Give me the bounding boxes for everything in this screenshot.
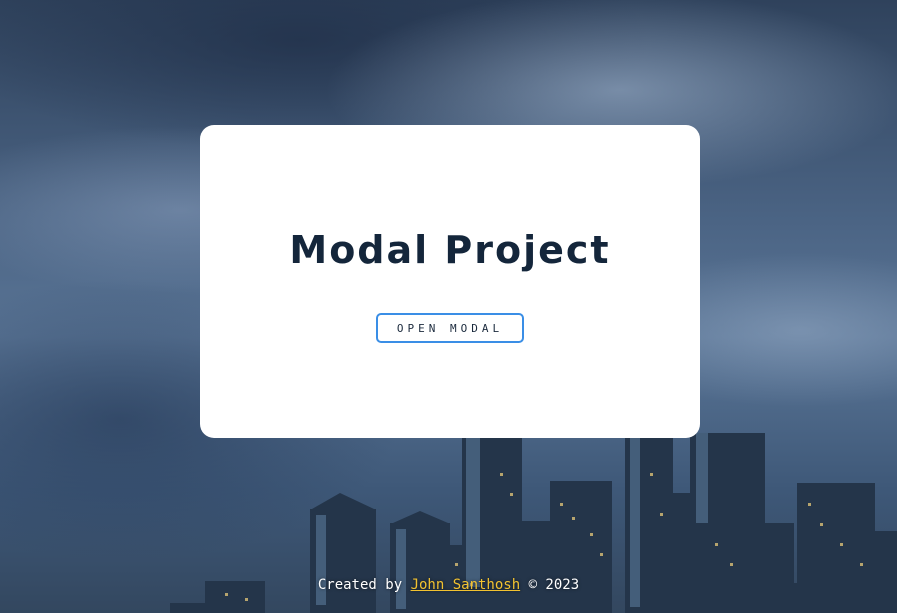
footer-suffix: © 2023 — [520, 577, 580, 593]
author-link[interactable]: John Santhosh — [411, 577, 521, 593]
footer-prefix: Created by — [317, 577, 411, 593]
footer-credit: Created by John Santhosh © 2023 — [0, 577, 897, 593]
modal-card: Modal Project OPEN MODAL — [200, 125, 700, 438]
open-modal-button[interactable]: OPEN MODAL — [376, 313, 524, 343]
page-title: Modal Project — [289, 228, 611, 272]
